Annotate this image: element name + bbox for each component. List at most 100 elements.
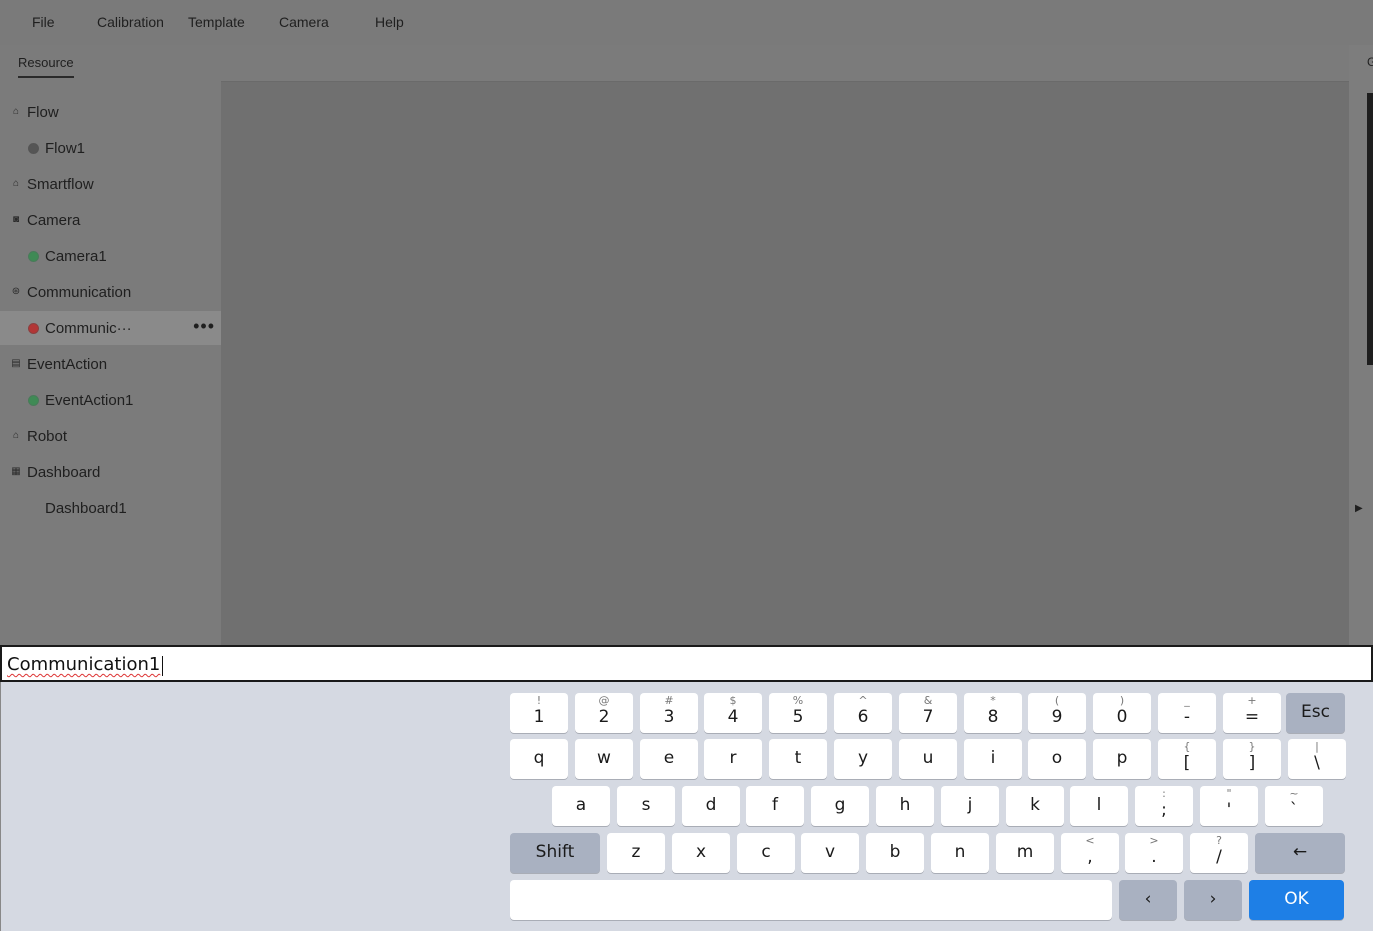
key[interactable]: >.: [1125, 833, 1183, 873]
key[interactable]: $4: [704, 693, 762, 733]
tree-group[interactable]: ▤ EventAction: [0, 347, 221, 381]
esc-key[interactable]: Esc: [1286, 693, 1345, 733]
key[interactable]: w: [575, 739, 633, 779]
tree-item[interactable]: Camera1: [0, 239, 221, 273]
key-label: ;: [1161, 800, 1167, 820]
key[interactable]: i: [964, 739, 1022, 779]
key-label: k: [1030, 795, 1040, 815]
key[interactable]: | \: [1288, 739, 1346, 779]
key-label: 3: [663, 707, 675, 727]
key[interactable]: l: [1070, 786, 1128, 826]
key-label: d: [705, 795, 717, 815]
key-label: ': [1226, 800, 1232, 820]
key[interactable]: e: [640, 739, 698, 779]
key[interactable]: k: [1006, 786, 1064, 826]
key[interactable]: u: [899, 739, 957, 779]
tree-item[interactable]: Communic··· •••: [0, 311, 221, 345]
ok-button-label: OK: [1284, 889, 1309, 909]
space-key[interactable]: [510, 880, 1112, 920]
key-shift-label: ~: [1289, 787, 1299, 800]
flow-icon: ⌂: [12, 106, 20, 117]
backspace-key[interactable]: ←: [1255, 833, 1345, 873]
key[interactable]: r: [704, 739, 762, 779]
key[interactable]: t: [769, 739, 827, 779]
shift-key[interactable]: Shift: [510, 833, 600, 873]
key-label: 4: [727, 707, 739, 727]
key[interactable]: v: [801, 833, 859, 873]
key[interactable]: o: [1028, 739, 1086, 779]
menu-camera[interactable]: Camera: [279, 14, 329, 30]
key[interactable]: ) 0: [1093, 693, 1151, 733]
tree-group[interactable]: ⊛ Communication: [0, 275, 221, 309]
key-label: i: [990, 748, 996, 768]
tree-item[interactable]: EventAction1: [0, 383, 221, 417]
key[interactable]: j: [941, 786, 999, 826]
key[interactable]: }]: [1223, 739, 1281, 779]
key[interactable]: y: [834, 739, 892, 779]
key[interactable]: x: [672, 833, 730, 873]
key[interactable]: ? /: [1190, 833, 1248, 873]
key-shift-label: |: [1315, 740, 1319, 753]
key[interactable]: g: [811, 786, 869, 826]
expand-arrow-icon[interactable]: ▶: [1355, 503, 1363, 514]
tab-resource[interactable]: Resource: [18, 55, 74, 78]
key[interactable]: ~ `: [1265, 786, 1323, 826]
tree-item[interactable]: Dashboard1: [0, 491, 221, 525]
key-shift-label: ): [1119, 694, 1125, 707]
key-shift-label: :: [1162, 787, 1166, 800]
key[interactable]: z: [607, 833, 665, 873]
keyboard-input-field[interactable]: Communication1: [0, 645, 1373, 682]
key-label: =: [1244, 707, 1260, 727]
key-label: `: [1289, 800, 1299, 820]
key[interactable]: d: [682, 786, 740, 826]
key[interactable]: b: [866, 833, 924, 873]
menu-file[interactable]: File: [32, 14, 55, 30]
status-dot-icon: [28, 394, 39, 406]
menu-help[interactable]: Help: [375, 14, 404, 30]
key[interactable]: (9: [1028, 693, 1086, 733]
more-options-icon[interactable]: •••: [193, 317, 215, 335]
key[interactable]: _ -: [1158, 693, 1216, 733]
tree-group[interactable]: ⌂ Flow: [0, 95, 221, 129]
ok-button[interactable]: OK: [1249, 880, 1344, 920]
key[interactable]: p: [1093, 739, 1151, 779]
menubar: File Calibration Template Camera Help: [0, 0, 1373, 45]
tree-label: EventAction: [27, 355, 108, 373]
cursor-left-key[interactable]: ‹: [1119, 880, 1177, 920]
key[interactable]: n: [931, 833, 989, 873]
key[interactable]: + =: [1223, 693, 1281, 733]
key[interactable]: #3: [640, 693, 698, 733]
key[interactable]: s: [617, 786, 675, 826]
tree-group[interactable]: ▦ Dashboard: [0, 455, 221, 489]
cursor-right-key[interactable]: ›: [1184, 880, 1242, 920]
key[interactable]: * 8: [964, 693, 1022, 733]
key[interactable]: ! 1: [510, 693, 568, 733]
key-label: z: [631, 842, 641, 862]
key[interactable]: q: [510, 739, 568, 779]
key-shift-label: {: [1183, 740, 1191, 753]
key[interactable]: m: [996, 833, 1054, 873]
key[interactable]: & 7: [899, 693, 957, 733]
key[interactable]: @2: [575, 693, 633, 733]
key[interactable]: {[: [1158, 739, 1216, 779]
tree-group[interactable]: ⌂ Smartflow: [0, 167, 221, 201]
key[interactable]: f: [746, 786, 804, 826]
menu-calibration[interactable]: Calibration: [97, 14, 164, 30]
key[interactable]: " ': [1200, 786, 1258, 826]
smartflow-icon: ⌂: [12, 178, 20, 189]
tree-group[interactable]: ⌂ Robot: [0, 419, 221, 453]
key[interactable]: % 5: [769, 693, 827, 733]
key[interactable]: <,: [1061, 833, 1119, 873]
key[interactable]: :;: [1135, 786, 1193, 826]
key-label: /: [1216, 847, 1222, 867]
key[interactable]: c: [737, 833, 795, 873]
key-label: m: [1016, 842, 1034, 862]
esc-key-label: Esc: [1301, 702, 1330, 722]
key[interactable]: ^ 6: [834, 693, 892, 733]
menu-template[interactable]: Template: [188, 14, 245, 30]
key[interactable]: a: [552, 786, 610, 826]
key[interactable]: h: [876, 786, 934, 826]
right-panel-tab[interactable]: G: [1367, 55, 1373, 69]
tree-group[interactable]: ◙ Camera: [0, 203, 221, 237]
tree-item[interactable]: Flow1: [0, 131, 221, 165]
